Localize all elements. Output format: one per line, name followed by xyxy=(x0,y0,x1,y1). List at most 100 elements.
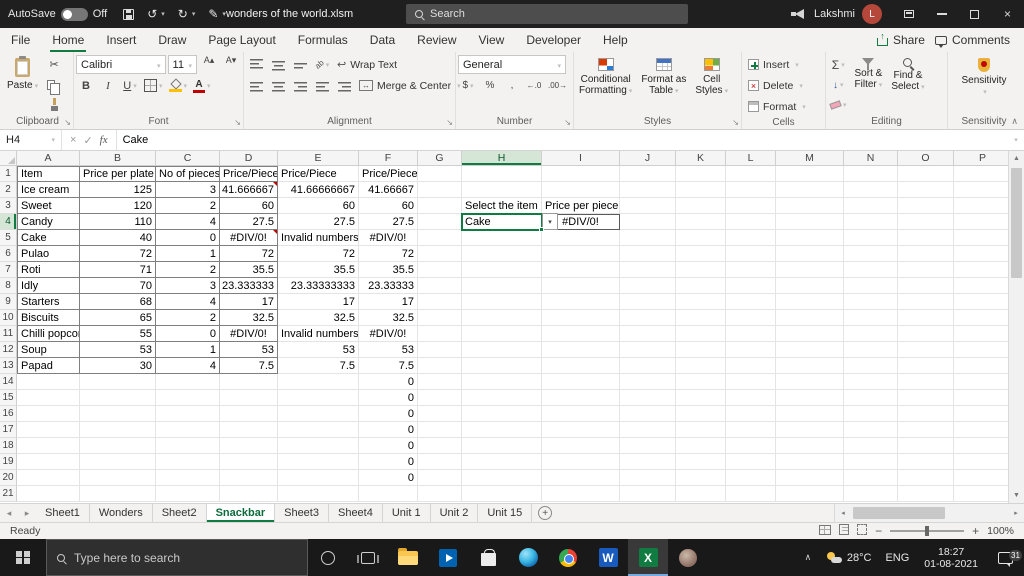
cell-P15[interactable] xyxy=(954,390,1008,406)
cell-M12[interactable] xyxy=(776,342,844,358)
cell-J7[interactable] xyxy=(620,262,676,278)
column-header-A[interactable]: A xyxy=(17,151,80,166)
sheet-tab-unit-1[interactable]: Unit 1 xyxy=(383,504,431,522)
cell-E10[interactable]: 32.5 xyxy=(278,310,359,326)
ribbon-tab-data[interactable]: Data xyxy=(359,28,406,52)
cell-P7[interactable] xyxy=(954,262,1008,278)
page-layout-view-button[interactable] xyxy=(839,524,850,538)
cell-G21[interactable] xyxy=(418,486,462,502)
cell-N7[interactable] xyxy=(844,262,898,278)
cell-P10[interactable] xyxy=(954,310,1008,326)
cell-O15[interactable] xyxy=(898,390,954,406)
cell-O8[interactable] xyxy=(898,278,954,294)
wrap-text-button[interactable]: ↩ Wrap Text xyxy=(334,55,400,74)
cell-D14[interactable] xyxy=(220,374,278,390)
format-painter-button[interactable] xyxy=(44,95,64,114)
cell-O6[interactable] xyxy=(898,246,954,262)
cell-D5[interactable]: #DIV/0! xyxy=(220,230,278,246)
cell-C21[interactable] xyxy=(156,486,220,502)
user-name[interactable]: Lakshmi xyxy=(814,8,855,20)
cell-I21[interactable] xyxy=(542,486,620,502)
cell-F12[interactable]: 53 xyxy=(359,342,418,358)
cell-D15[interactable] xyxy=(220,390,278,406)
cell-M7[interactable] xyxy=(776,262,844,278)
decrease-indent-button[interactable] xyxy=(312,76,332,95)
cell-M14[interactable] xyxy=(776,374,844,390)
cell-G13[interactable] xyxy=(418,358,462,374)
delete-cells-button[interactable]: Delete xyxy=(744,76,823,95)
cell-D18[interactable] xyxy=(220,438,278,454)
find-select-button[interactable]: Find & Select xyxy=(888,55,927,94)
decrease-decimal-button[interactable]: .00→ xyxy=(546,76,569,95)
cell-B14[interactable] xyxy=(80,374,156,390)
cell-N2[interactable] xyxy=(844,182,898,198)
column-header-F[interactable]: F xyxy=(359,151,418,166)
cell-D13[interactable]: 7.5 xyxy=(220,358,278,374)
cell-I10[interactable] xyxy=(542,310,620,326)
increase-indent-button[interactable] xyxy=(334,76,354,95)
cell-F19[interactable]: 0 xyxy=(359,454,418,470)
align-left-button[interactable] xyxy=(246,76,266,95)
cell-B21[interactable] xyxy=(80,486,156,502)
cell-A8[interactable]: Idly xyxy=(17,278,80,294)
data-validation-dropdown-icon[interactable]: ▾ xyxy=(542,213,558,230)
cell-M4[interactable] xyxy=(776,214,844,230)
cell-E4[interactable]: 27.5 xyxy=(278,214,359,230)
cell-B12[interactable]: 53 xyxy=(80,342,156,358)
cell-P8[interactable] xyxy=(954,278,1008,294)
row-header-11[interactable]: 11 xyxy=(0,326,17,342)
cell-G11[interactable] xyxy=(418,326,462,342)
cell-P3[interactable] xyxy=(954,198,1008,214)
titlebar-search-box[interactable]: Search xyxy=(406,4,688,24)
cell-I15[interactable] xyxy=(542,390,620,406)
column-header-J[interactable]: J xyxy=(620,151,676,166)
cell-C19[interactable] xyxy=(156,454,220,470)
edge-button[interactable] xyxy=(508,539,548,576)
cell-C20[interactable] xyxy=(156,470,220,486)
confirm-entry-icon[interactable]: ✓ xyxy=(83,134,92,147)
cell-N12[interactable] xyxy=(844,342,898,358)
comma-style-button[interactable]: , xyxy=(502,76,522,95)
cell-I16[interactable] xyxy=(542,406,620,422)
cell-J3[interactable] xyxy=(620,198,676,214)
cell-J17[interactable] xyxy=(620,422,676,438)
cell-J2[interactable] xyxy=(620,182,676,198)
cell-E2[interactable]: 41.66666667 xyxy=(278,182,359,198)
cell-K12[interactable] xyxy=(676,342,726,358)
cell-P17[interactable] xyxy=(954,422,1008,438)
normal-view-button[interactable] xyxy=(819,524,832,538)
sheet-tab-sheet1[interactable]: Sheet1 xyxy=(36,504,90,522)
cell-B11[interactable]: 55 xyxy=(80,326,156,342)
cell-C13[interactable]: 4 xyxy=(156,358,220,374)
cell-G19[interactable] xyxy=(418,454,462,470)
cell-L12[interactable] xyxy=(726,342,776,358)
cell-L3[interactable] xyxy=(726,198,776,214)
cell-B4[interactable]: 110 xyxy=(80,214,156,230)
autosave-toggle[interactable]: AutoSave Off xyxy=(8,7,107,21)
cell-N16[interactable] xyxy=(844,406,898,422)
cell-O13[interactable] xyxy=(898,358,954,374)
cell-O3[interactable] xyxy=(898,198,954,214)
cell-A2[interactable]: Ice cream xyxy=(17,182,80,198)
cell-B5[interactable]: 40 xyxy=(80,230,156,246)
quick-access-customize-button[interactable]: ✎ xyxy=(203,2,231,26)
fill-handle[interactable] xyxy=(539,227,544,232)
cell-K2[interactable] xyxy=(676,182,726,198)
cell-E17[interactable] xyxy=(278,422,359,438)
cell-M19[interactable] xyxy=(776,454,844,470)
cell-O10[interactable] xyxy=(898,310,954,326)
cell-K4[interactable] xyxy=(676,214,726,230)
cell-D20[interactable] xyxy=(220,470,278,486)
cell-G10[interactable] xyxy=(418,310,462,326)
format-as-table-button[interactable]: Format as Table xyxy=(638,55,689,98)
cell-I9[interactable] xyxy=(542,294,620,310)
cell-B1[interactable]: Price per plate xyxy=(80,166,156,182)
cell-G2[interactable] xyxy=(418,182,462,198)
cell-N19[interactable] xyxy=(844,454,898,470)
cell-N18[interactable] xyxy=(844,438,898,454)
cell-B19[interactable] xyxy=(80,454,156,470)
undo-button[interactable]: ↺ xyxy=(142,2,170,26)
ribbon-tab-page-layout[interactable]: Page Layout xyxy=(197,28,286,52)
cell-H14[interactable] xyxy=(462,374,542,390)
cell-H2[interactable] xyxy=(462,182,542,198)
